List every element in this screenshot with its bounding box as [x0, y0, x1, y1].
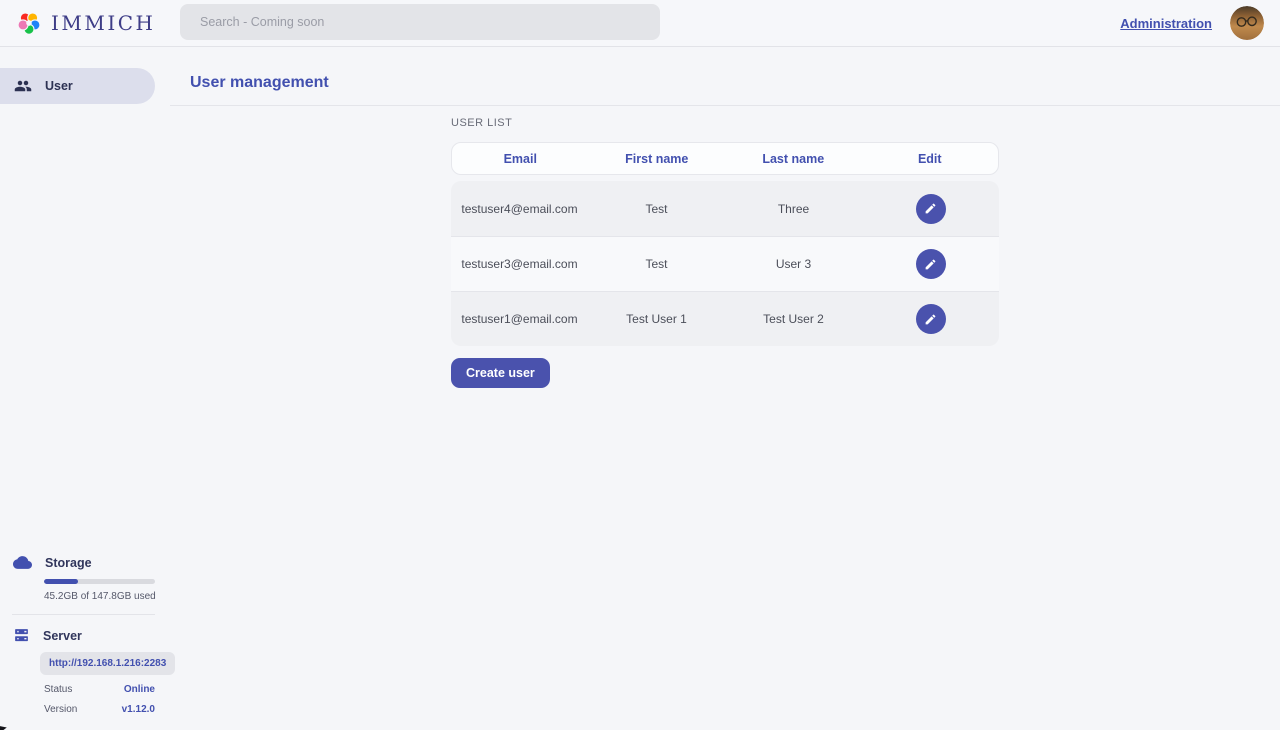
server-title: Server	[43, 629, 82, 643]
storage-progress-bar	[44, 579, 155, 584]
user-group-icon	[14, 77, 32, 95]
cell-edit	[862, 194, 999, 224]
cell-edit	[862, 249, 999, 279]
storage-title: Storage	[45, 556, 92, 570]
edit-user-button[interactable]	[916, 249, 946, 279]
cell-edit	[862, 304, 999, 334]
server-version-row: Version v1.12.0	[44, 704, 155, 715]
status-value: Online	[124, 684, 155, 695]
column-header-first-name: First name	[589, 152, 726, 166]
topbar: IMMICH Administration	[0, 0, 1280, 47]
administration-link[interactable]: Administration	[1120, 16, 1212, 31]
pencil-icon	[924, 258, 937, 271]
column-header-email: Email	[452, 152, 589, 166]
column-header-edit: Edit	[862, 152, 999, 166]
main-content: User management USER LIST Email First na…	[170, 47, 1280, 730]
storage-usage-text: 45.2GB of 147.8GB used	[44, 591, 170, 602]
cell-email: testuser1@email.com	[451, 312, 588, 326]
cell-first-name: Test User 1	[588, 312, 725, 326]
user-avatar[interactable]	[1230, 6, 1264, 40]
search-input[interactable]	[180, 4, 660, 40]
status-label: Status	[44, 684, 72, 695]
cell-email: testuser4@email.com	[451, 202, 588, 216]
cell-first-name: Test	[588, 257, 725, 271]
immich-logo[interactable]: IMMICH	[16, 10, 156, 36]
avatar-photo	[1230, 6, 1264, 40]
page-header: User management	[170, 47, 1280, 106]
column-header-last-name: Last name	[725, 152, 862, 166]
topbar-right: Administration	[1120, 6, 1264, 40]
app-name: IMMICH	[51, 11, 156, 35]
table-row: testuser3@email.com Test User 3	[451, 236, 999, 291]
edit-user-button[interactable]	[916, 194, 946, 224]
sidebar-item-users[interactable]: User	[0, 68, 155, 104]
server-icon	[13, 627, 30, 644]
sidebar-item-label: User	[45, 79, 73, 93]
user-table: testuser4@email.com Test Three testuser3…	[451, 181, 999, 346]
storage-progress-fill	[44, 579, 78, 584]
table-row: testuser4@email.com Test Three	[451, 181, 999, 236]
cell-first-name: Test	[588, 202, 725, 216]
server-url-badge: http://192.168.1.216:2283	[40, 652, 175, 675]
server-section-header: Server	[0, 627, 170, 644]
table-header-row: Email First name Last name Edit	[451, 142, 999, 175]
sidebar-divider	[12, 614, 155, 615]
version-value: v1.12.0	[122, 704, 155, 715]
server-status-row: Status Online	[44, 684, 155, 695]
table-row: testuser1@email.com Test User 1 Test Use…	[451, 291, 999, 346]
cloud-icon	[13, 553, 32, 572]
version-label: Version	[44, 704, 77, 715]
page-title: User management	[190, 74, 329, 92]
sidebar: User Storage 45.2GB of 147.8GB used	[0, 47, 170, 730]
pencil-icon	[924, 313, 937, 326]
sidebar-status-panel: Storage 45.2GB of 147.8GB used Server ht…	[0, 553, 170, 730]
cell-last-name: Test User 2	[725, 312, 862, 326]
create-user-button[interactable]: Create user	[451, 358, 550, 388]
user-list-section: USER LIST Email First name Last name Edi…	[451, 117, 999, 388]
edit-user-button[interactable]	[916, 304, 946, 334]
storage-section-header: Storage	[0, 553, 170, 572]
pencil-icon	[924, 202, 937, 215]
cell-email: testuser3@email.com	[451, 257, 588, 271]
immich-flower-icon	[16, 10, 42, 36]
section-title: USER LIST	[451, 117, 999, 129]
cell-last-name: User 3	[725, 257, 862, 271]
cell-last-name: Three	[725, 202, 862, 216]
